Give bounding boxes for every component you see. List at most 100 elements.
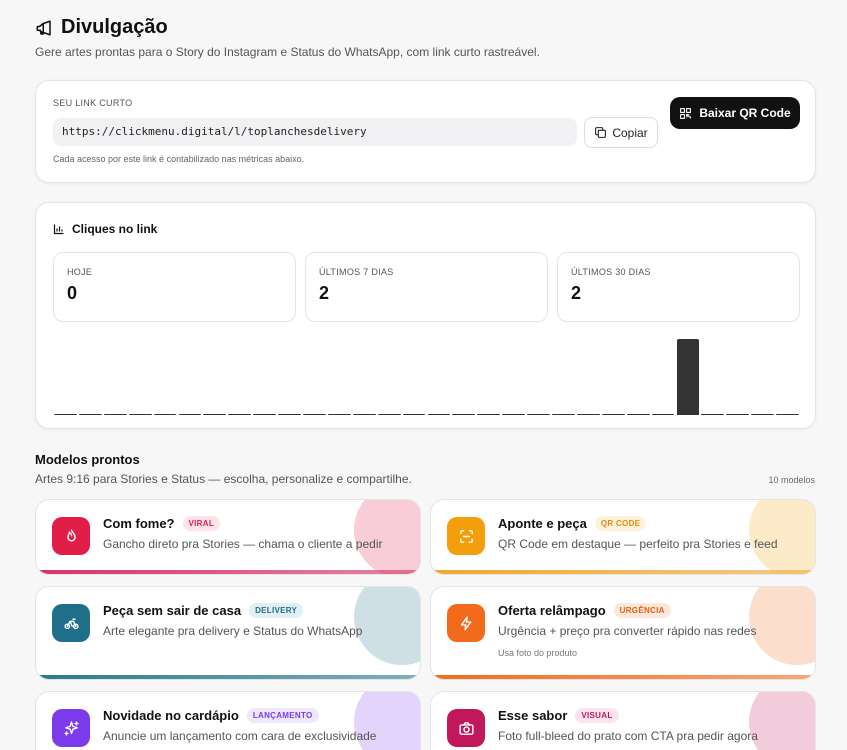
copy-icon xyxy=(595,127,607,138)
stat-label: ÚLTIMOS 30 DIAS xyxy=(571,267,651,277)
chart-bar xyxy=(402,414,426,415)
template-description: Urgência + preço pra converter rápido na… xyxy=(498,624,757,638)
template-card[interactable]: Oferta relâmpago URGÊNCIA Urgência + preço… xyxy=(430,586,816,680)
template-name: Com fome? xyxy=(103,516,175,531)
bolt-icon xyxy=(460,615,471,631)
page-header: Divulgação xyxy=(35,16,168,39)
flame-icon xyxy=(66,528,76,541)
stat-value: 2 xyxy=(319,283,330,303)
decorative-blob xyxy=(749,587,815,665)
template-description: Arte elegante pra delivery e Status do W… xyxy=(103,624,363,638)
chart-bar xyxy=(726,414,750,415)
chart-bar xyxy=(452,414,476,415)
template-name: Peça sem sair de casa xyxy=(103,603,242,618)
stat-value: 0 xyxy=(67,283,78,303)
decorative-blob xyxy=(354,587,420,665)
template-badge: DELIVERY xyxy=(249,603,304,618)
chart-bar xyxy=(751,414,775,415)
chart-bar xyxy=(427,414,451,415)
page-subtitle: Gere artes prontas para o Story do Insta… xyxy=(35,45,540,59)
copy-button[interactable]: Copiar xyxy=(584,117,658,148)
chart-bar xyxy=(128,414,152,415)
templates-count: 10 modelos xyxy=(768,475,815,485)
chart-bar xyxy=(776,414,799,415)
stat-label: HOJE xyxy=(67,267,93,277)
template-accent-stripe xyxy=(431,570,815,574)
template-name-row: Com fome? VIRAL xyxy=(103,516,220,531)
template-icon-tile xyxy=(447,517,485,555)
bar-chart-icon xyxy=(53,224,64,235)
copy-label: Copiar xyxy=(612,125,648,140)
sparkles-icon xyxy=(63,720,79,736)
template-name: Oferta relâmpago xyxy=(498,603,606,618)
template-card[interactable]: Novidade no cardápio LANÇAMENTO Anuncie um… xyxy=(35,691,421,750)
template-card[interactable]: Com fome? VIRAL Gancho direto pra Stories … xyxy=(35,499,421,575)
template-name: Novidade no cardápio xyxy=(103,708,239,723)
download-qr-label: Baixar QR Code xyxy=(699,106,791,120)
chart-bar xyxy=(103,414,127,415)
download-qr-button[interactable]: Baixar QR Code xyxy=(670,97,800,129)
chart-bar xyxy=(651,414,675,415)
template-accent-stripe xyxy=(36,570,420,574)
template-card[interactable]: Esse sabor VISUAL Foto full-bleed do prato… xyxy=(430,691,816,750)
page-title: Divulgação xyxy=(61,16,168,38)
chart-bar xyxy=(253,414,277,415)
template-badge: LANÇAMENTO xyxy=(246,708,319,723)
chart-bar xyxy=(352,414,376,415)
chart-bar xyxy=(178,414,202,415)
template-badge: VISUAL xyxy=(575,708,619,723)
template-accent-stripe xyxy=(36,675,420,679)
chart-bar xyxy=(203,414,227,415)
chart-bar xyxy=(676,339,700,415)
template-hint: Usa foto do produto xyxy=(498,648,578,658)
template-description: Gancho direto pra Stories — chama o clie… xyxy=(103,537,383,551)
chart-bar xyxy=(701,414,725,415)
templates-title: Modelos prontos xyxy=(35,452,140,467)
chart-bar xyxy=(303,414,326,415)
clicks-chart xyxy=(53,331,800,415)
template-card[interactable]: Aponte e peça QR CODE QR Code em destaque … xyxy=(430,499,816,575)
template-card[interactable]: Peça sem sair de casa DELIVERY Arte elegan… xyxy=(35,586,421,680)
template-icon-tile xyxy=(52,517,90,555)
chart-bar xyxy=(327,414,351,415)
template-name-row: Peça sem sair de casa DELIVERY xyxy=(103,603,304,618)
template-accent-stripe xyxy=(431,675,815,679)
template-name: Esse sabor xyxy=(498,708,568,723)
stat-7-days: ÚLTIMOS 7 DIAS 2 xyxy=(305,252,548,322)
template-icon-tile xyxy=(447,604,485,642)
short-link-card: SEU LINK CURTO https://clickmenu.digital… xyxy=(35,80,816,183)
stat-value: 2 xyxy=(571,283,582,303)
chart-bar xyxy=(228,414,252,415)
template-icon-tile xyxy=(52,709,90,747)
template-description: Anuncie um lançamento com cara de exclus… xyxy=(103,729,377,743)
qr-code-icon xyxy=(680,107,692,119)
chart-bar xyxy=(477,414,501,415)
template-name-row: Novidade no cardápio LANÇAMENTO xyxy=(103,708,319,723)
short-link-hint: Cada acesso por este link é contabilizad… xyxy=(53,154,305,164)
decorative-blob xyxy=(749,692,815,750)
template-badge: VIRAL xyxy=(182,516,220,531)
template-badge: QR CODE xyxy=(594,516,647,531)
chart-bar xyxy=(278,414,301,415)
chart-bar xyxy=(576,414,600,415)
megaphone-icon xyxy=(36,20,51,35)
template-name-row: Oferta relâmpago URGÊNCIA xyxy=(498,603,671,618)
bike-icon xyxy=(63,618,79,629)
stat-today: HOJE 0 xyxy=(53,252,296,322)
chart-bar xyxy=(153,414,177,415)
camera-icon xyxy=(458,721,474,735)
short-link-url[interactable]: https://clickmenu.digital/l/toplanchesde… xyxy=(53,118,577,146)
template-icon-tile xyxy=(447,709,485,747)
scan-icon xyxy=(459,529,473,543)
chart-bar xyxy=(626,414,650,415)
chart-bar xyxy=(54,414,77,415)
template-icon-tile xyxy=(52,604,90,642)
chart-bar xyxy=(377,414,401,415)
templates-subtitle: Artes 9:16 para Stories e Status — escol… xyxy=(35,472,412,486)
clicks-title: Cliques no link xyxy=(53,222,157,236)
chart-bar xyxy=(502,414,526,415)
chart-bar xyxy=(552,414,575,415)
template-name-row: Aponte e peça QR CODE xyxy=(498,516,647,531)
short-link-label: SEU LINK CURTO xyxy=(53,98,133,108)
chart-bar xyxy=(527,414,550,415)
